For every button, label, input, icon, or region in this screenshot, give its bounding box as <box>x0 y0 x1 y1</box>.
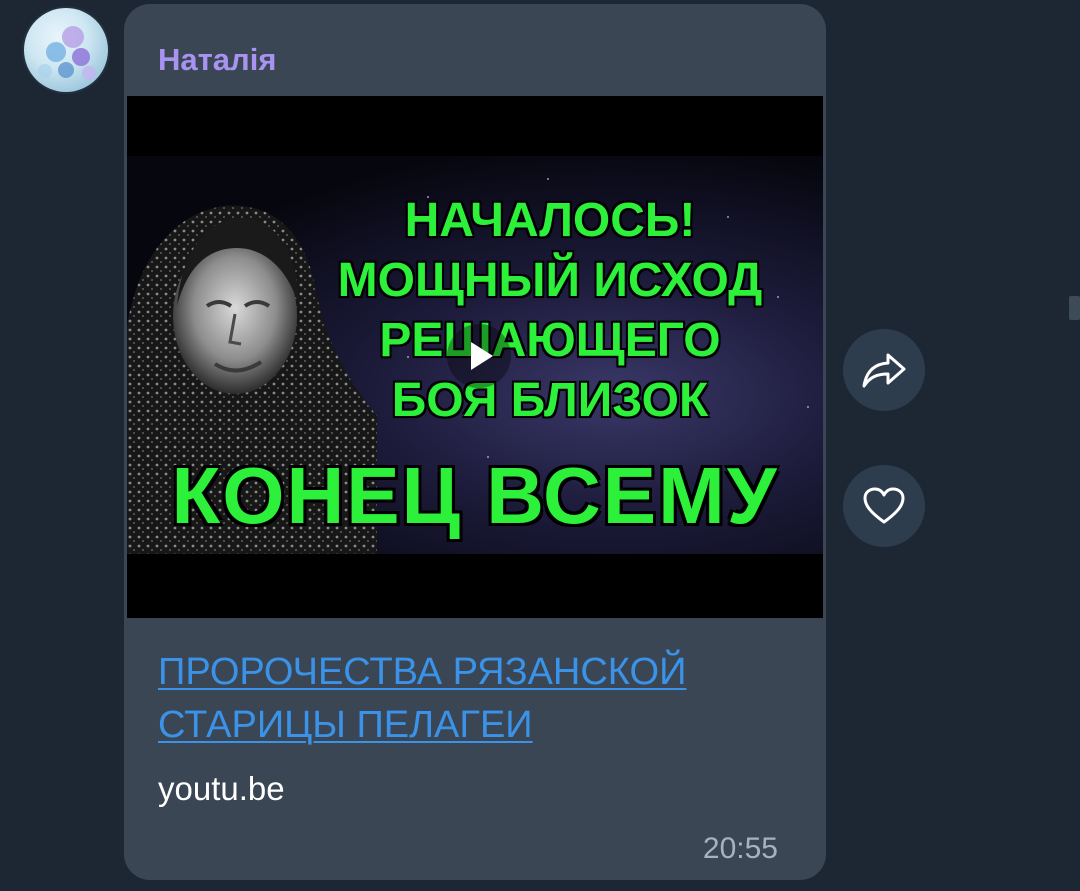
chat-view: Наталія НАЧАЛОСЬ! МОЩНЫЙ ИСХОД РЕШАЮЩЕГО… <box>0 0 1080 891</box>
heart-icon <box>863 487 905 524</box>
scrollbar-thumb[interactable] <box>1069 296 1080 320</box>
sender-name[interactable]: Наталія <box>158 42 276 78</box>
video-big-headline: КОНЕЦ ВСЕМУ <box>171 451 779 540</box>
share-arrow-icon <box>862 353 906 388</box>
video-preview[interactable]: НАЧАЛОСЬ! МОЩНЫЙ ИСХОД РЕШАЮЩЕГО БОЯ БЛИ… <box>127 96 823 618</box>
sender-avatar[interactable] <box>24 8 108 92</box>
link-preview-title[interactable]: ПРОРОЧЕСТВА РЯЗАНСКОЙ СТАРИЦЫ ПЕЛАГЕИ <box>158 646 778 752</box>
headline-line-1: НАЧАЛОСЬ! <box>404 194 696 247</box>
play-icon <box>471 342 493 370</box>
link-preview-site: youtu.be <box>158 770 285 807</box>
message-bubble[interactable]: Наталія НАЧАЛОСЬ! МОЩНЫЙ ИСХОД РЕШАЮЩЕГО… <box>124 4 826 880</box>
share-button[interactable] <box>843 329 925 411</box>
headline-line-4: БОЯ БЛИЗОК <box>391 374 709 427</box>
headline-line-3: РЕШАЮЩЕГО <box>379 314 721 367</box>
play-button[interactable] <box>447 324 511 388</box>
message-time: 20:55 <box>702 832 778 865</box>
headline-line-2: МОЩНЫЙ ИСХОД <box>337 254 763 307</box>
video-headline: НАЧАЛОСЬ! МОЩНЫЙ ИСХОД РЕШАЮЩЕГО БОЯ БЛИ… <box>277 191 823 431</box>
like-button[interactable] <box>843 465 925 547</box>
